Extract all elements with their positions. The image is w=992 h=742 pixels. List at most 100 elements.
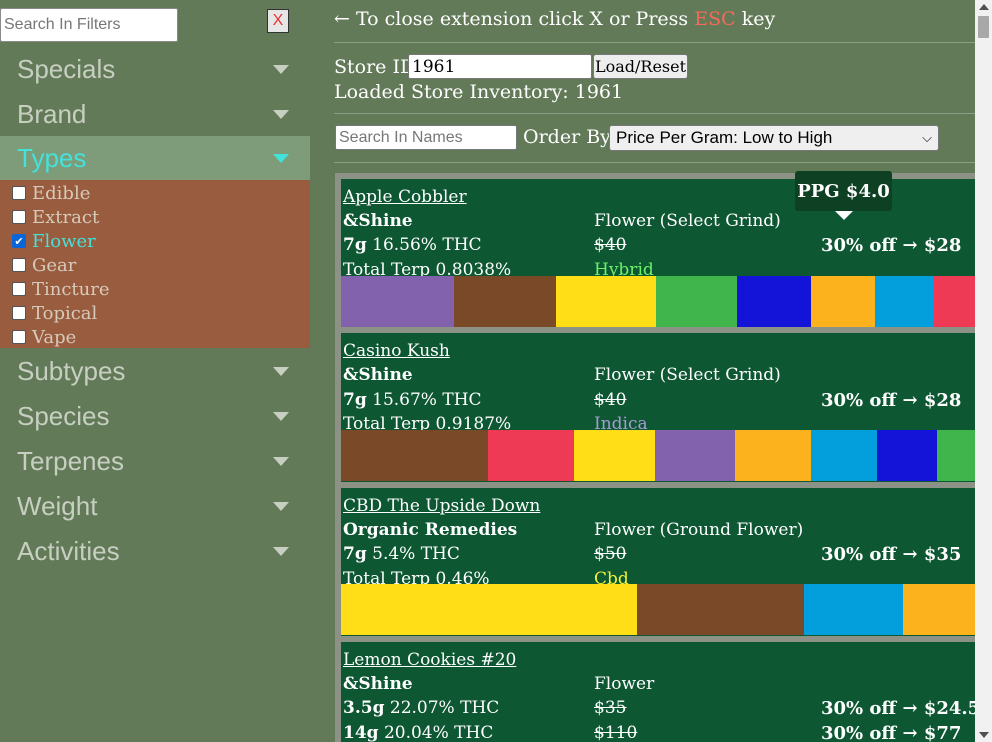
page-scrollbar[interactable] bbox=[975, 0, 992, 742]
type-option-flower[interactable]: Flower bbox=[12, 229, 96, 253]
filter-section-activities[interactable]: Activities bbox=[0, 529, 310, 574]
checkbox-extract[interactable] bbox=[12, 210, 26, 224]
main-panel: ← To close extension click X or Press ES… bbox=[310, 0, 992, 742]
filter-section-terpenes[interactable]: Terpenes bbox=[0, 439, 310, 484]
filter-search-input[interactable] bbox=[0, 8, 178, 42]
checkbox-tincture[interactable] bbox=[12, 282, 26, 296]
close-hint: ← To close extension click X or Press ES… bbox=[334, 8, 775, 30]
product-name-link[interactable]: CBD The Upside Down bbox=[343, 496, 540, 516]
section-label: Brand bbox=[17, 99, 87, 129]
hint-text: ← To close extension click X or Press bbox=[334, 8, 695, 30]
product-weight-thc: 14g 20.04% THC bbox=[343, 723, 494, 742]
terpene-segment bbox=[903, 584, 976, 635]
product-card: CBD The Upside Down Organic Remedies Flo… bbox=[341, 488, 976, 636]
chevron-down-icon bbox=[273, 110, 289, 119]
product-weight-thc: 3.5g 22.07% THC bbox=[343, 698, 500, 718]
chevron-down-icon bbox=[273, 65, 289, 74]
checkbox-vape[interactable] bbox=[12, 330, 26, 344]
chevron-down-icon bbox=[273, 547, 289, 556]
product-card: Lemon Cookies #20 &Shine Flower 3.5g 22.… bbox=[341, 642, 976, 742]
load-reset-button[interactable]: Load/Reset bbox=[593, 54, 688, 79]
loaded-store-status: Loaded Store Inventory: 1961 bbox=[334, 81, 624, 103]
chevron-down-icon bbox=[273, 154, 289, 163]
section-label: Subtypes bbox=[17, 356, 126, 386]
section-label: Activities bbox=[17, 536, 120, 566]
product-brand: &Shine bbox=[343, 211, 413, 231]
terpene-segment bbox=[637, 584, 804, 635]
product-category: Flower bbox=[594, 674, 655, 694]
terpene-segment bbox=[488, 430, 574, 481]
scrollbar-thumb[interactable] bbox=[978, 16, 989, 38]
filter-section-weight[interactable]: Weight bbox=[0, 484, 310, 529]
terpene-segment bbox=[934, 276, 976, 327]
terpene-bar bbox=[341, 584, 976, 635]
deal-price: 30% off → $35 bbox=[821, 544, 962, 565]
original-price: $35 bbox=[594, 698, 627, 718]
terpene-segment bbox=[454, 276, 556, 327]
product-weight-thc: 7g 15.67% THC bbox=[343, 390, 482, 410]
scroll-down-icon[interactable] bbox=[979, 732, 989, 738]
original-price: $110 bbox=[594, 723, 638, 742]
filter-section-specials[interactable]: Specials bbox=[0, 47, 310, 92]
close-extension-button[interactable]: X bbox=[267, 9, 289, 33]
deal-price: 30% off → $28 bbox=[821, 235, 962, 256]
type-option-vape[interactable]: Vape bbox=[12, 325, 76, 349]
checkbox-edible[interactable] bbox=[12, 186, 26, 200]
chevron-down-icon: ⌵ bbox=[922, 130, 932, 145]
terpene-bar bbox=[341, 430, 976, 481]
product-category: Flower (Ground Flower) bbox=[594, 520, 804, 540]
names-search-input[interactable] bbox=[335, 125, 517, 150]
product-category: Flower (Select Grind) bbox=[594, 211, 781, 231]
section-label: Specials bbox=[17, 54, 116, 84]
section-label: Types bbox=[17, 143, 87, 173]
terpene-segment bbox=[556, 276, 656, 327]
product-card: Casino Kush &Shine Flower (Select Grind)… bbox=[341, 333, 976, 482]
original-price: $40 bbox=[594, 390, 627, 410]
section-label: Species bbox=[17, 401, 110, 431]
terpene-segment bbox=[735, 430, 811, 481]
terpene-segment bbox=[341, 276, 454, 327]
chevron-down-icon bbox=[273, 457, 289, 466]
filter-section-types[interactable]: Types bbox=[0, 136, 310, 181]
terpene-segment bbox=[804, 584, 903, 635]
deal-price: 30% off → $77 bbox=[821, 723, 962, 742]
type-option-label: Vape bbox=[32, 326, 77, 348]
type-option-label: Flower bbox=[32, 230, 96, 252]
type-option-tincture[interactable]: Tincture bbox=[12, 277, 110, 301]
filter-section-subtypes[interactable]: Subtypes bbox=[0, 349, 310, 394]
type-option-label: Tincture bbox=[32, 278, 110, 300]
type-option-extract[interactable]: Extract bbox=[12, 205, 99, 229]
deal-price: 30% off → $24.50 bbox=[821, 698, 976, 719]
product-weight-thc: 7g 16.56% THC bbox=[343, 235, 482, 255]
product-list: Apple Cobbler &Shine Flower (Select Grin… bbox=[335, 173, 976, 742]
filter-section-brand[interactable]: Brand bbox=[0, 92, 310, 137]
checkbox-topical[interactable] bbox=[12, 306, 26, 320]
types-options-panel: Edible Extract Flower Gear Tincture Topi… bbox=[0, 180, 310, 348]
terpene-segment bbox=[875, 276, 934, 327]
product-name-link[interactable]: Casino Kush bbox=[343, 341, 450, 361]
checkbox-flower[interactable] bbox=[12, 234, 26, 248]
checkbox-gear[interactable] bbox=[12, 258, 26, 272]
product-name-link[interactable]: Lemon Cookies #20 bbox=[343, 650, 516, 670]
type-option-topical[interactable]: Topical bbox=[12, 301, 97, 325]
esc-key-label: ESC bbox=[694, 8, 736, 30]
ppg-tooltip: PPG $4.0 bbox=[795, 171, 892, 220]
product-weight-thc: 7g 5.4% THC bbox=[343, 544, 460, 564]
type-option-label: Topical bbox=[32, 302, 98, 324]
terpene-segment bbox=[737, 276, 811, 327]
scroll-up-icon[interactable] bbox=[979, 4, 989, 10]
order-by-select[interactable]: Price Per Gram: Low to High ⌵ bbox=[609, 125, 939, 151]
section-label: Weight bbox=[17, 491, 98, 521]
chevron-down-icon bbox=[273, 367, 289, 376]
store-id-input[interactable] bbox=[408, 54, 592, 79]
terpene-bar bbox=[341, 276, 976, 327]
filter-section-species[interactable]: Species bbox=[0, 394, 310, 439]
divider bbox=[334, 113, 976, 114]
terpene-segment bbox=[937, 430, 976, 481]
type-option-edible[interactable]: Edible bbox=[12, 181, 90, 205]
type-option-gear[interactable]: Gear bbox=[12, 253, 76, 277]
order-by-value: Price Per Gram: Low to High bbox=[616, 128, 833, 147]
product-name-link[interactable]: Apple Cobbler bbox=[343, 187, 467, 207]
terpene-segment bbox=[655, 430, 735, 481]
product-brand: &Shine bbox=[343, 674, 413, 694]
